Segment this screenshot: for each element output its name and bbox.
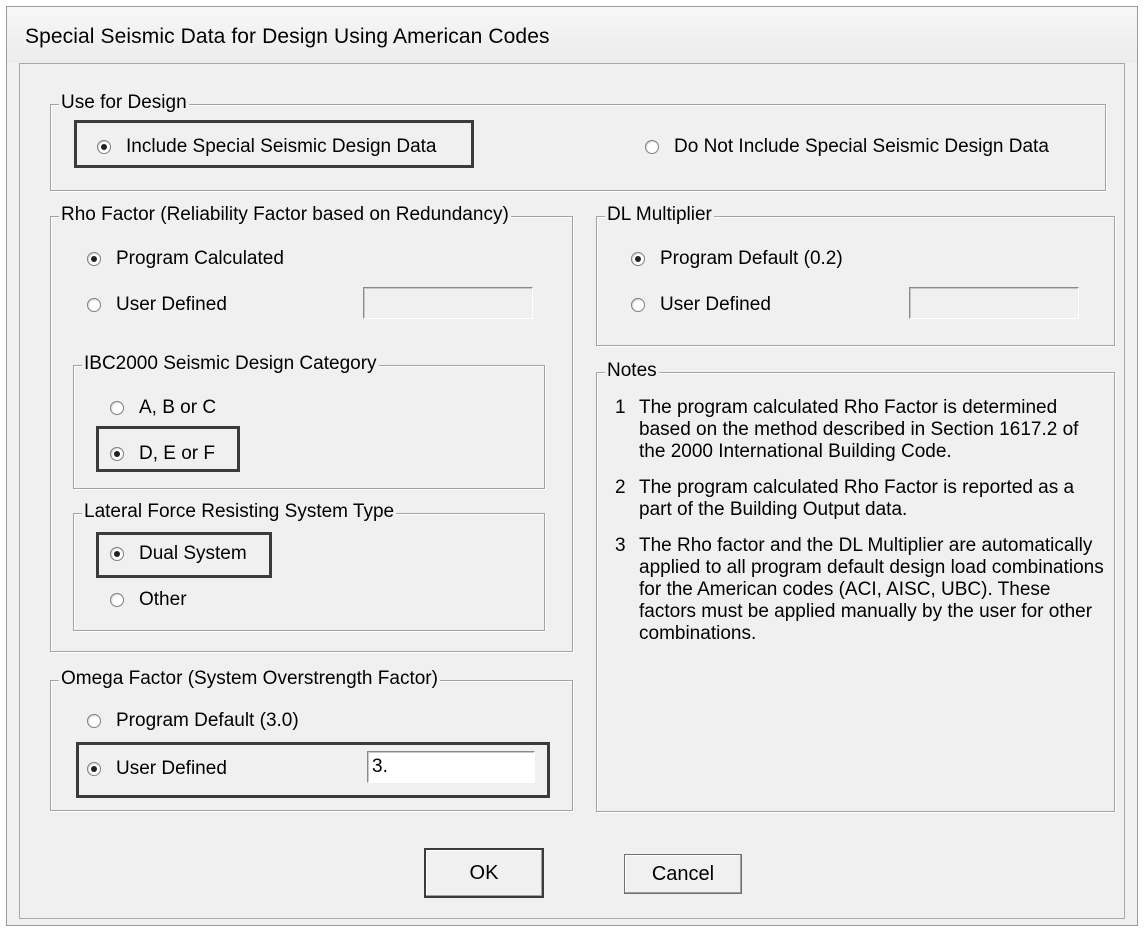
exclude-seismic-radio[interactable] (645, 140, 659, 154)
seismic-data-dialog: Special Seismic Data for Design Using Am… (6, 6, 1138, 926)
rho-program-calculated-radio[interactable] (87, 252, 101, 266)
other-system-radio[interactable] (110, 593, 124, 607)
note-number: 2 (615, 477, 626, 498)
dl-program-default-label: Program Default (0.2) (660, 248, 843, 269)
rho-user-defined-label: User Defined (116, 294, 227, 315)
use-for-design-legend: Use for Design (59, 92, 189, 114)
rho-factor-legend: Rho Factor (Reliability Factor based on … (59, 204, 511, 226)
ok-button[interactable]: OK (424, 848, 544, 898)
include-seismic-radio[interactable] (97, 140, 111, 154)
cancel-button[interactable]: Cancel (624, 854, 742, 894)
exclude-seismic-option[interactable]: Do Not Include Special Seismic Design Da… (645, 133, 1049, 161)
dl-multiplier-legend: DL Multiplier (605, 204, 714, 226)
dl-user-defined-label: User Defined (660, 294, 771, 315)
omega-user-defined-option[interactable]: User Defined (87, 755, 227, 783)
notes-list: 1 The program calculated Rho Factor is d… (615, 397, 1105, 659)
dl-multiplier-group: DL Multiplier Program Default (0.2) User… (596, 204, 1115, 346)
omega-program-default-label: Program Default (3.0) (116, 710, 299, 731)
dual-system-label: Dual System (139, 543, 247, 564)
omega-user-defined-label: User Defined (116, 758, 227, 779)
title-bar[interactable]: Special Seismic Data for Design Using Am… (7, 7, 1137, 63)
dl-user-defined-option[interactable]: User Defined (631, 291, 771, 319)
category-abc-label: A, B or C (139, 397, 217, 418)
note-number: 3 (615, 535, 626, 556)
window-title: Special Seismic Data for Design Using Am… (25, 25, 550, 48)
include-seismic-option[interactable]: Include Special Seismic Design Data (97, 133, 437, 161)
rho-program-calculated-label: Program Calculated (116, 248, 284, 269)
note-text: The program calculated Rho Factor is det… (639, 397, 1079, 462)
note-item: 1 The program calculated Rho Factor is d… (615, 397, 1105, 463)
note-item: 3 The Rho factor and the DL Multiplier a… (615, 535, 1105, 645)
omega-user-value-field[interactable] (367, 751, 535, 783)
rho-user-value-field[interactable] (363, 287, 533, 319)
dialog-body: Use for Design Include Special Seismic D… (19, 63, 1125, 919)
dl-user-defined-radio[interactable] (631, 298, 645, 312)
omega-program-default-radio[interactable] (87, 714, 101, 728)
omega-factor-legend: Omega Factor (System Overstrength Factor… (59, 668, 440, 690)
note-number: 1 (615, 397, 626, 418)
exclude-seismic-label: Do Not Include Special Seismic Design Da… (674, 136, 1049, 157)
dual-system-option[interactable]: Dual System (110, 540, 247, 568)
category-abc-option[interactable]: A, B or C (110, 394, 216, 422)
other-system-option[interactable]: Other (110, 586, 187, 614)
ibc-category-legend: IBC2000 Seismic Design Category (82, 353, 379, 375)
lateral-system-legend: Lateral Force Resisting System Type (82, 501, 397, 523)
notes-legend: Notes (605, 360, 659, 382)
category-def-label: D, E or F (139, 443, 216, 464)
category-def-radio[interactable] (110, 447, 124, 461)
lateral-system-group: Lateral Force Resisting System Type Dual… (73, 501, 545, 631)
dual-system-radio[interactable] (110, 547, 124, 561)
other-system-label: Other (139, 589, 187, 610)
ibc-category-group: IBC2000 Seismic Design Category A, B or … (73, 353, 545, 489)
dl-program-default-radio[interactable] (631, 252, 645, 266)
rho-factor-group: Rho Factor (Reliability Factor based on … (50, 204, 573, 652)
note-text: The program calculated Rho Factor is rep… (639, 477, 1075, 520)
note-item: 2 The program calculated Rho Factor is r… (615, 477, 1105, 521)
notes-group: Notes 1 The program calculated Rho Facto… (596, 360, 1115, 812)
rho-user-defined-radio[interactable] (87, 298, 101, 312)
omega-factor-group: Omega Factor (System Overstrength Factor… (50, 668, 573, 811)
rho-user-defined-option[interactable]: User Defined (87, 291, 227, 319)
use-for-design-group: Use for Design Include Special Seismic D… (50, 92, 1106, 191)
omega-user-defined-radio[interactable] (87, 762, 101, 776)
dl-user-value-field[interactable] (909, 287, 1079, 319)
category-abc-radio[interactable] (110, 401, 124, 415)
category-def-option[interactable]: D, E or F (110, 440, 215, 468)
include-seismic-label: Include Special Seismic Design Data (126, 136, 437, 157)
dl-program-default-option[interactable]: Program Default (0.2) (631, 245, 843, 273)
omega-program-default-option[interactable]: Program Default (3.0) (87, 707, 299, 735)
rho-program-calculated-option[interactable]: Program Calculated (87, 245, 284, 273)
note-text: The Rho factor and the DL Multiplier are… (639, 535, 1104, 644)
